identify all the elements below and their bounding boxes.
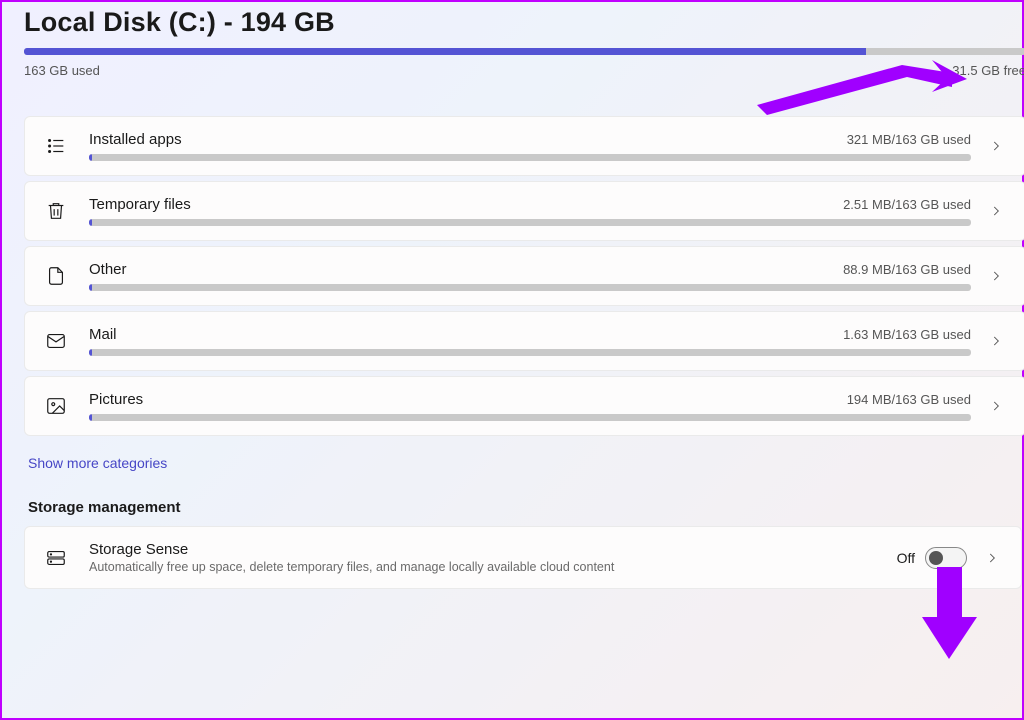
category-name: Installed apps	[89, 131, 182, 148]
disk-usage-bar	[24, 48, 1024, 55]
storage-sense-toggle-label: Off	[897, 550, 915, 566]
chevron-right-icon[interactable]	[985, 399, 1007, 413]
category-usage: 2.51 MB/163 GB used	[843, 197, 971, 212]
category-row-mail[interactable]: Mail 1.63 MB/163 GB used	[24, 311, 1024, 371]
storage-sense-row[interactable]: Storage Sense Automatically free up spac…	[24, 526, 1022, 589]
disk-usage-bar-fill	[24, 48, 866, 55]
page-title: Local Disk (C:) - 194 GB	[24, 7, 1022, 38]
show-more-categories-link[interactable]: Show more categories	[28, 455, 167, 471]
category-bar	[89, 284, 971, 291]
chevron-right-icon[interactable]	[985, 334, 1007, 348]
disk-free-label: 31.5 GB free	[952, 63, 1024, 78]
category-usage: 194 MB/163 GB used	[847, 392, 971, 407]
category-bar-fill	[89, 349, 92, 356]
apps-icon	[43, 133, 69, 159]
category-bar-fill	[89, 284, 92, 291]
toggle-knob	[929, 551, 943, 565]
storage-sense-title: Storage Sense	[89, 541, 883, 558]
category-bar	[89, 349, 971, 356]
category-bar	[89, 154, 971, 161]
category-usage: 1.63 MB/163 GB used	[843, 327, 971, 342]
chevron-right-icon[interactable]	[985, 204, 1007, 218]
other-icon	[43, 263, 69, 289]
storage-management-heading: Storage management	[28, 499, 1022, 516]
category-row-apps[interactable]: Installed apps 321 MB/163 GB used	[24, 116, 1024, 176]
category-bar	[89, 414, 971, 421]
mail-icon	[43, 328, 69, 354]
category-name: Pictures	[89, 391, 143, 408]
category-usage: 321 MB/163 GB used	[847, 132, 971, 147]
category-bar-fill	[89, 414, 92, 421]
chevron-right-icon[interactable]	[985, 139, 1007, 153]
category-name: Other	[89, 261, 127, 278]
storage-sense-description: Automatically free up space, delete temp…	[89, 560, 883, 574]
category-name: Temporary files	[89, 196, 191, 213]
category-row-trash[interactable]: Temporary files 2.51 MB/163 GB used	[24, 181, 1024, 241]
storage-sense-toggle[interactable]	[925, 547, 967, 569]
category-bar	[89, 219, 971, 226]
category-row-pictures[interactable]: Pictures 194 MB/163 GB used	[24, 376, 1024, 436]
category-name: Mail	[89, 326, 117, 343]
chevron-right-icon[interactable]	[981, 551, 1003, 565]
chevron-right-icon[interactable]	[985, 269, 1007, 283]
disk-used-label: 163 GB used	[24, 63, 100, 78]
trash-icon	[43, 198, 69, 224]
category-bar-fill	[89, 219, 92, 226]
storage-sense-icon	[43, 545, 69, 571]
pictures-icon	[43, 393, 69, 419]
category-usage: 88.9 MB/163 GB used	[843, 262, 971, 277]
category-bar-fill	[89, 154, 92, 161]
category-row-other[interactable]: Other 88.9 MB/163 GB used	[24, 246, 1024, 306]
